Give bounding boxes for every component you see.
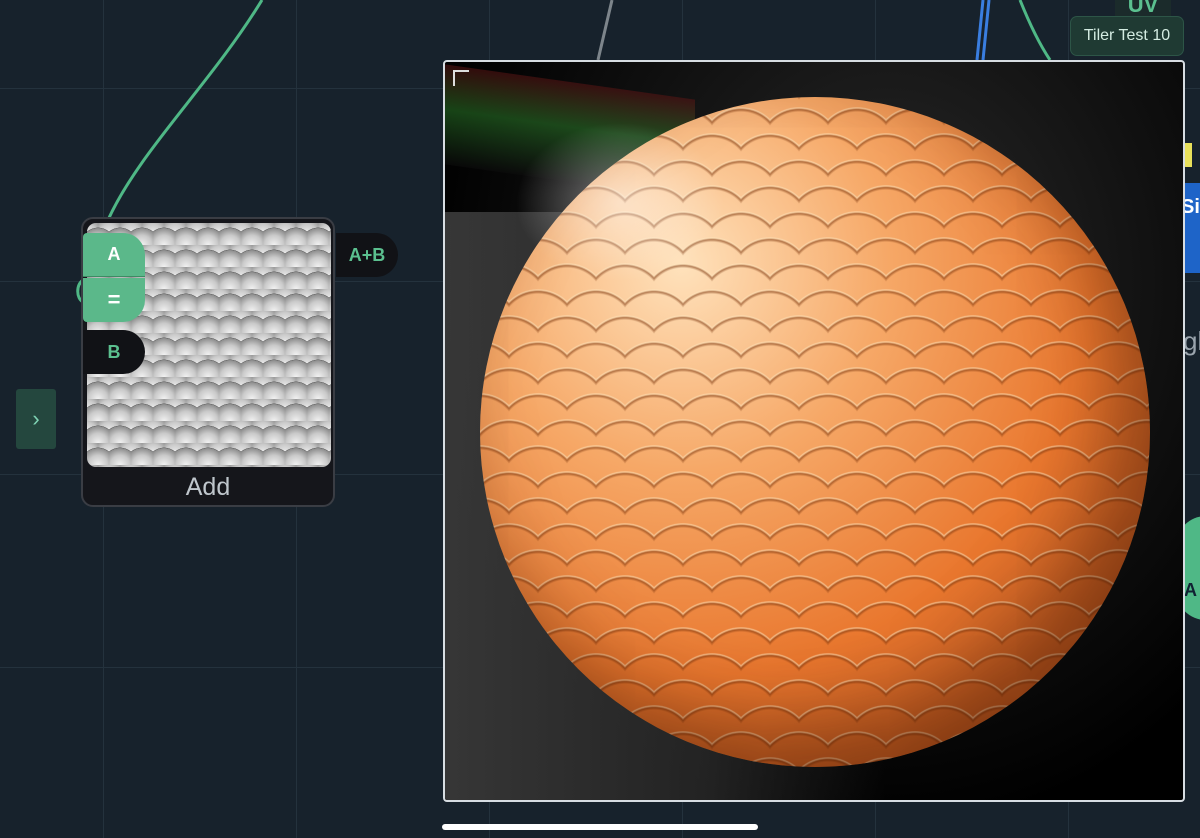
wire-top-green <box>1018 0 1052 61</box>
uv-node-label[interactable]: UV <box>1115 0 1171 18</box>
wire-top-blue-1 <box>975 0 985 61</box>
wire-top-gray <box>596 0 614 61</box>
sidebar-toggle-button[interactable]: › <box>16 389 56 449</box>
3d-preview-viewer[interactable] <box>443 60 1185 802</box>
input-port-b[interactable]: B <box>83 330 145 374</box>
wire-to-input-a <box>106 0 264 221</box>
sphere-highlight <box>515 122 725 282</box>
chevron-right-icon: › <box>32 406 40 431</box>
wire-top-blue-2 <box>981 0 991 61</box>
node-title: Add <box>185 473 231 501</box>
input-port-a[interactable]: A <box>83 233 145 277</box>
viewer-title-badge[interactable]: Tiler Test 10 <box>1071 17 1183 55</box>
offscreen-label-fragment: gh <box>1183 326 1200 356</box>
output-port-a-plus-b[interactable]: A+B <box>336 233 398 277</box>
home-indicator[interactable] <box>442 824 758 830</box>
operator-port[interactable]: = <box>83 278 145 322</box>
green-port-label: A <box>1184 580 1197 600</box>
resize-corner-icon[interactable] <box>453 70 469 86</box>
